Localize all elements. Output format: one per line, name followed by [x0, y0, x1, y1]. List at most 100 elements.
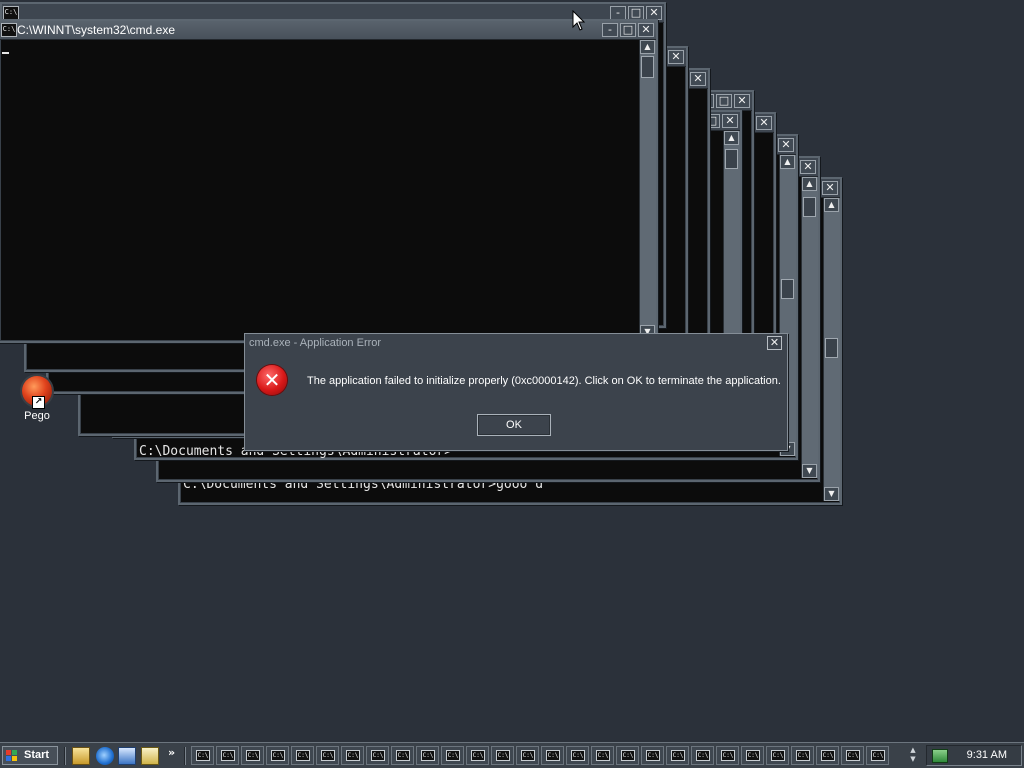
close-button[interactable]: ✕ [778, 138, 794, 152]
close-button[interactable]: ✕ [646, 6, 662, 20]
maximize-button[interactable]: □ [716, 94, 732, 108]
windows-logo-icon [6, 750, 17, 761]
taskbar-cmd-button[interactable]: C:\ [841, 746, 864, 765]
taskbar-cmd-button[interactable]: C:\ [591, 746, 614, 765]
taskbar-cmd-button[interactable]: C:\ [316, 746, 339, 765]
cmd-window-icon: C:\ [496, 750, 510, 761]
taskbar-scroll-buttons[interactable]: ▲ ▼ [906, 746, 920, 765]
taskbar-cmd-button[interactable]: C:\ [491, 746, 514, 765]
scroll-thumb[interactable] [781, 279, 794, 299]
window-title: C:\WINNT\system32\cmd.exe [17, 23, 176, 37]
media-player-icon[interactable] [141, 747, 159, 765]
network-status-icon[interactable] [932, 749, 948, 763]
taskbar-cmd-button[interactable]: C:\ [741, 746, 764, 765]
taskbar-scroll-down[interactable]: ▼ [906, 755, 920, 764]
taskbar-cmd-button[interactable]: C:\ [566, 746, 589, 765]
shortcut-arrow-icon: ↗ [32, 396, 45, 409]
cmd-window-icon: C:\ [571, 750, 585, 761]
cmd-window-icon: C:\ [246, 750, 260, 761]
close-button[interactable]: ✕ [638, 23, 654, 37]
cmd-title-bar[interactable]: C:\ C:\WINNT\system32\cmd.exe [0, 21, 656, 40]
taskbar-cmd-button[interactable]: C:\ [466, 746, 489, 765]
vertical-scrollbar[interactable]: ▲ ▼ [639, 40, 656, 339]
scroll-thumb[interactable] [803, 197, 816, 217]
minimize-button[interactable]: - [602, 23, 618, 37]
taskbar-cmd-button[interactable]: C:\ [391, 746, 414, 765]
pego-app-icon: ↗ [22, 376, 52, 409]
pego-desktop-icon[interactable]: ↗ Pego [12, 376, 62, 422]
taskbar-cmd-button[interactable]: C:\ [641, 746, 664, 765]
cmd-window-icon: C:\ [821, 750, 835, 761]
application-error-dialog[interactable]: cmd.exe - Application Error ✕ ✕ The appl… [244, 333, 788, 451]
internet-explorer-icon[interactable] [96, 747, 114, 765]
close-button[interactable]: ✕ [800, 160, 816, 174]
taskbar-cmd-button[interactable]: C:\ [616, 746, 639, 765]
close-button[interactable]: ✕ [822, 181, 838, 195]
scroll-down-button[interactable]: ▼ [802, 464, 817, 478]
taskbar: Start » C:\ C:\ C:\ C:\ C:\ C:\ C:\ C:\ C:\ C:\ C:… [0, 742, 1024, 768]
scroll-up-button[interactable]: ▲ [780, 155, 795, 169]
cmd-window-icon: C:\ [471, 750, 485, 761]
taskbar-scroll-up[interactable]: ▲ [906, 746, 920, 755]
start-button[interactable]: Start [2, 746, 58, 765]
outlook-express-icon[interactable] [118, 747, 136, 765]
maximize-button[interactable]: □ [620, 23, 636, 37]
cmd-window-icon: C:\ [521, 750, 535, 761]
ok-button[interactable]: OK [477, 414, 551, 436]
close-button[interactable]: ✕ [734, 94, 750, 108]
close-button[interactable]: ✕ [668, 50, 684, 64]
taskbar-cmd-button[interactable]: C:\ [541, 746, 564, 765]
cmd-window-icon: C:\ [271, 750, 285, 761]
scroll-up-button[interactable]: ▲ [824, 198, 839, 212]
dialog-close-button[interactable]: ✕ [767, 336, 782, 350]
taskbar-separator [64, 747, 66, 765]
dialog-title-bar[interactable]: cmd.exe - Application Error ✕ [245, 334, 787, 353]
close-button[interactable]: ✕ [722, 114, 738, 128]
scroll-up-button[interactable]: ▲ [724, 131, 739, 145]
scroll-thumb[interactable] [725, 149, 738, 169]
maximize-button[interactable]: □ [628, 6, 644, 20]
taskbar-cmd-button[interactable]: C:\ [666, 746, 689, 765]
scroll-up-button[interactable]: ▲ [640, 40, 655, 54]
scroll-down-button[interactable]: ▼ [824, 487, 839, 501]
taskbar-cmd-button[interactable]: C:\ [691, 746, 714, 765]
taskbar-cmd-button[interactable]: C:\ [216, 746, 239, 765]
dialog-message: The application failed to initialize pro… [307, 375, 781, 387]
close-button[interactable]: ✕ [756, 116, 772, 130]
taskbar-cmd-button[interactable]: C:\ [266, 746, 289, 765]
taskbar-cmd-button[interactable]: C:\ [366, 746, 389, 765]
taskbar-cmd-button[interactable]: C:\ [441, 746, 464, 765]
taskbar-cmd-button[interactable]: C:\ [341, 746, 364, 765]
error-x-icon: ✕ [257, 365, 287, 395]
scroll-thumb[interactable] [641, 56, 654, 78]
vertical-scrollbar[interactable]: ▲ ▼ [801, 177, 818, 478]
cmd-system-icon[interactable]: C:\ [3, 6, 19, 20]
scroll-up-button[interactable]: ▲ [802, 177, 817, 191]
cmd-window-icon: C:\ [221, 750, 235, 761]
taskbar-cmd-button[interactable]: C:\ [416, 746, 439, 765]
minimize-button[interactable]: - [610, 6, 626, 20]
start-label: Start [24, 749, 50, 761]
taskbar-cmd-button[interactable]: C:\ [816, 746, 839, 765]
cmd-window-icon: C:\ [321, 750, 335, 761]
cmd-system-icon[interactable]: C:\ [1, 23, 17, 37]
show-desktop-icon[interactable] [72, 747, 90, 765]
cmd-window-icon: C:\ [296, 750, 310, 761]
scroll-thumb[interactable] [825, 338, 838, 358]
cmd-window-icon: C:\ [196, 750, 210, 761]
vertical-scrollbar[interactable]: ▲ ▼ [823, 198, 840, 501]
cmd-window-icon: C:\ [371, 750, 385, 761]
cmd-window-icon: C:\ [621, 750, 635, 761]
taskbar-cmd-button[interactable]: C:\ [866, 746, 889, 765]
clock[interactable]: 9:31 AM [967, 749, 1007, 761]
taskbar-cmd-button[interactable]: C:\ [716, 746, 739, 765]
taskbar-cmd-button[interactable]: C:\ [291, 746, 314, 765]
taskbar-cmd-button[interactable]: C:\ [191, 746, 214, 765]
cmd-window-active[interactable]: C:\ C:\WINNT\system32\cmd.exe - □ ✕ ▲ ▼ [0, 19, 658, 343]
close-button[interactable]: ✕ [690, 72, 706, 86]
taskbar-cmd-button[interactable]: C:\ [766, 746, 789, 765]
taskbar-cmd-button[interactable]: C:\ [791, 746, 814, 765]
taskbar-cmd-button[interactable]: C:\ [241, 746, 264, 765]
quick-launch-chevron[interactable]: » [168, 746, 175, 759]
taskbar-cmd-button[interactable]: C:\ [516, 746, 539, 765]
